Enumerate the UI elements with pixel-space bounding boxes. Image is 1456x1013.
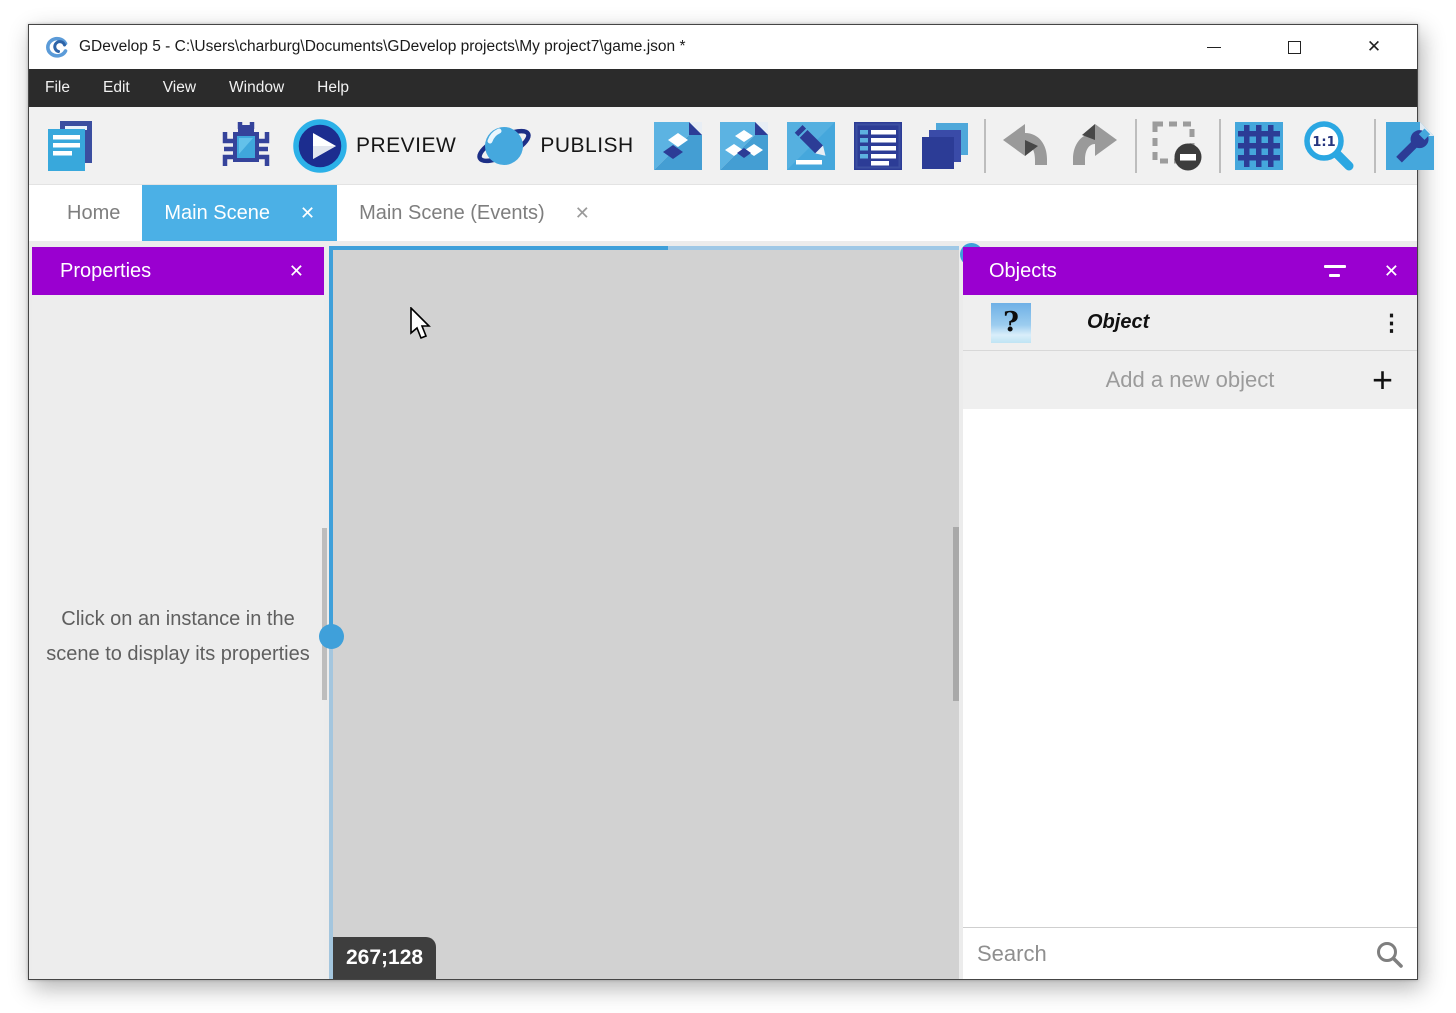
filter-icon[interactable] xyxy=(1322,265,1348,277)
canvas-top-resize-line[interactable] xyxy=(333,246,959,250)
layers-icon xyxy=(920,121,970,171)
toolbar: PREVIEW PUBLISH xyxy=(29,107,1417,185)
title-bar: GDevelop 5 - C:\Users\charburg\Documents… xyxy=(29,25,1417,69)
clear-selection-icon xyxy=(1151,120,1203,172)
deselect-instances-button[interactable] xyxy=(1151,120,1203,172)
project-manager-button[interactable] xyxy=(45,120,95,172)
objects-editor-icon xyxy=(654,122,702,170)
zoom-one-to-one-icon: 1:1 xyxy=(1302,119,1356,173)
search-icon[interactable] xyxy=(1375,940,1403,968)
properties-panel-title: Properties xyxy=(60,260,289,283)
tab-home-label: Home xyxy=(67,202,120,225)
preview-label[interactable]: PREVIEW xyxy=(356,134,456,158)
undo-button[interactable] xyxy=(1000,123,1050,169)
tab-close-icon[interactable]: ✕ xyxy=(300,203,315,224)
properties-panel-header: Properties ✕ xyxy=(32,247,324,295)
object-question-icon: ? xyxy=(991,303,1031,343)
objects-editor-button[interactable] xyxy=(654,122,702,170)
play-icon xyxy=(292,118,348,174)
grid-button[interactable] xyxy=(1235,122,1283,170)
tab-home[interactable]: Home xyxy=(45,185,142,241)
redo-icon xyxy=(1070,123,1120,169)
gdevelop-logo-icon xyxy=(45,35,69,59)
redo-button[interactable] xyxy=(1070,123,1120,169)
tab-main-scene-events-label: Main Scene (Events) xyxy=(359,202,545,225)
properties-resize-handle[interactable] xyxy=(319,624,344,649)
object-name: Object xyxy=(1087,311,1149,334)
minimize-icon xyxy=(1207,47,1221,48)
kebab-menu-icon[interactable]: ⋮ xyxy=(1380,311,1403,334)
properties-empty-message: Click on an instance in the scene to dis… xyxy=(32,602,324,672)
advanced-settings-button[interactable] xyxy=(1386,122,1434,170)
add-object-row[interactable]: Add a new object + xyxy=(963,351,1417,409)
properties-panel-button[interactable] xyxy=(787,122,835,170)
plus-icon[interactable]: + xyxy=(1372,362,1393,398)
toolbar-separator xyxy=(1374,119,1376,173)
menu-bar: File Edit View Window Help xyxy=(29,69,1417,107)
menu-edit[interactable]: Edit xyxy=(100,79,133,97)
properties-panel: Properties ✕ Click on an instance in the… xyxy=(32,247,324,979)
properties-scrollbar[interactable] xyxy=(322,528,327,700)
maximize-button[interactable] xyxy=(1277,25,1311,69)
objects-panel: Objects ✕ ? Object ⋮ Add a new object + xyxy=(963,247,1417,979)
toolbar-separator xyxy=(984,119,986,173)
menu-help[interactable]: Help xyxy=(314,79,352,97)
object-groups-icon xyxy=(720,122,768,170)
debugger-button[interactable] xyxy=(220,120,272,172)
close-icon[interactable]: ✕ xyxy=(1384,261,1399,282)
publish-button[interactable] xyxy=(476,118,532,174)
tab-close-icon[interactable]: ✕ xyxy=(575,203,590,224)
menu-file[interactable]: File xyxy=(42,79,73,97)
publish-label[interactable]: PUBLISH xyxy=(540,134,633,158)
search-input[interactable] xyxy=(977,941,1375,967)
preview-button[interactable] xyxy=(292,118,348,174)
objects-panel-title: Objects xyxy=(989,260,1322,283)
tab-main-scene-label: Main Scene xyxy=(164,202,270,225)
debugger-icon xyxy=(220,120,272,172)
editor-tabs: Home Main Scene ✕ Main Scene (Events) ✕ xyxy=(29,185,1417,241)
zoom-reset-button[interactable]: 1:1 xyxy=(1302,119,1356,173)
editor-content: 267;128 Properties ✕ Click on an instanc… xyxy=(29,241,1417,979)
object-groups-button[interactable] xyxy=(720,122,768,170)
objects-panel-header: Objects ✕ xyxy=(963,247,1417,295)
close-button[interactable]: ✕ xyxy=(1357,25,1391,69)
object-list-item[interactable]: ? Object ⋮ xyxy=(963,295,1417,351)
events-list-button[interactable] xyxy=(854,122,902,170)
instances-list-icon xyxy=(854,122,902,170)
wrench-icon xyxy=(1386,122,1434,170)
mouse-cursor-icon xyxy=(410,307,436,341)
scene-properties-icon xyxy=(787,122,835,170)
layers-editor-button[interactable] xyxy=(920,121,970,171)
svg-text:1:1: 1:1 xyxy=(1312,135,1335,150)
window-title: GDevelop 5 - C:\Users\charburg\Documents… xyxy=(79,38,685,56)
project-manager-icon xyxy=(45,120,95,172)
grid-icon xyxy=(1235,122,1283,170)
close-icon[interactable]: ✕ xyxy=(289,261,304,282)
menu-view[interactable]: View xyxy=(160,79,199,97)
publish-planet-icon xyxy=(476,118,532,174)
canvas-vertical-scrollbar[interactable] xyxy=(953,527,959,701)
scene-canvas[interactable] xyxy=(333,250,959,979)
menu-window[interactable]: Window xyxy=(226,79,287,97)
properties-panel-body: Click on an instance in the scene to dis… xyxy=(32,295,324,979)
tab-main-scene[interactable]: Main Scene ✕ xyxy=(142,185,337,241)
tab-main-scene-events[interactable]: Main Scene (Events) ✕ xyxy=(337,185,612,241)
toolbar-separator xyxy=(1135,119,1137,173)
properties-resize-line[interactable] xyxy=(329,246,333,979)
objects-search-bar xyxy=(963,927,1417,979)
undo-icon xyxy=(1000,123,1050,169)
minimize-button[interactable] xyxy=(1197,25,1231,69)
objects-list-empty-area xyxy=(963,409,1417,927)
cursor-coordinates-badge: 267;128 xyxy=(333,937,436,979)
add-object-label: Add a new object xyxy=(1106,367,1275,393)
maximize-icon xyxy=(1288,41,1301,54)
gdevelop-window: GDevelop 5 - C:\Users\charburg\Documents… xyxy=(28,24,1418,980)
toolbar-separator xyxy=(1219,119,1221,173)
